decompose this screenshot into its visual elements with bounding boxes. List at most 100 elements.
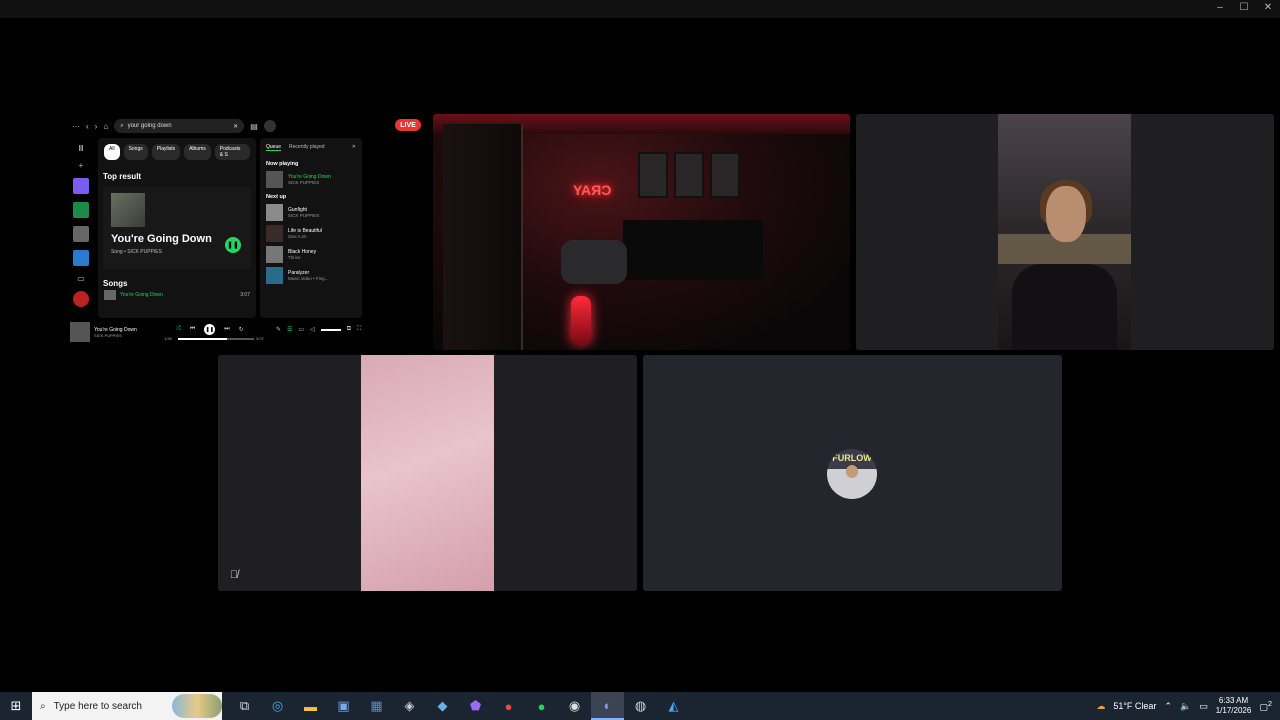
playlist-thumb[interactable] — [73, 226, 89, 242]
discord-icon[interactable]: ◐ — [591, 692, 624, 720]
clock-time: 6:33 AM — [1218, 696, 1249, 705]
shuffle-icon[interactable]: ⤮ — [176, 326, 181, 333]
network-icon[interactable]: ▭ — [1199, 701, 1208, 712]
fullscreen-icon[interactable]: ⛶ — [357, 326, 361, 333]
participant-video — [361, 355, 494, 591]
queue-item[interactable]: Black Honey Thrice — [260, 244, 362, 265]
devices-icon[interactable]: ▭ — [298, 326, 304, 333]
spotify-icon[interactable]: ● — [525, 692, 558, 720]
maximize-button[interactable]: ☐ — [1238, 2, 1250, 13]
pause-button[interactable]: ❚❚ — [204, 324, 216, 335]
close-button[interactable]: ✕ — [1262, 2, 1274, 13]
cam-body — [1012, 264, 1117, 350]
edge-icon[interactable]: ◎ — [261, 692, 294, 720]
saved-episodes-icon[interactable] — [73, 202, 89, 218]
repeat-icon[interactable]: ↻ — [239, 326, 244, 333]
now-playing-thumb — [70, 322, 90, 342]
window-controls: – ☐ ✕ — [1214, 2, 1274, 13]
track-artist: Thrice — [288, 255, 301, 260]
back-icon[interactable]: ‹ — [86, 122, 89, 131]
songs-heading: Songs — [103, 279, 128, 288]
search-input[interactable]: ⌕ your going down ✕ — [114, 119, 245, 133]
notifications-icon[interactable]: ▢2 — [1259, 699, 1272, 713]
filter-chip-songs[interactable]: Songs — [123, 144, 148, 160]
search-value: your going down — [127, 123, 172, 129]
song-duration: 3:07 — [240, 292, 250, 298]
queue-icon[interactable]: ☰ — [287, 326, 292, 333]
more-menu-icon[interactable]: ··· — [72, 122, 80, 131]
queue-item[interactable]: You're Going Down SICK PUPPIES — [260, 169, 362, 190]
search-icon: ⌕ — [120, 122, 124, 129]
total-time: 3:07 — [256, 336, 264, 341]
chrome-icon[interactable]: ● — [492, 692, 525, 720]
folder-icon[interactable]: ▭ — [77, 274, 85, 283]
clear-search-icon[interactable]: ✕ — [233, 123, 238, 130]
tab-queue[interactable]: Queue — [266, 144, 282, 151]
next-icon[interactable]: ⏭ — [224, 326, 229, 333]
cam-face — [1046, 186, 1086, 242]
queue-item[interactable]: Life is Beautiful Sixx:A.M. — [260, 223, 362, 244]
task-view-icon[interactable]: ⧉ — [228, 692, 261, 720]
weather-icon[interactable]: ☁ — [1096, 701, 1105, 712]
file-explorer-icon[interactable]: ▬ — [294, 692, 327, 720]
queue-item[interactable]: Paralyzer Music video • Fing... — [260, 265, 362, 286]
filter-chip-all[interactable]: All — [104, 144, 120, 160]
minimize-button[interactable]: – — [1214, 2, 1226, 13]
clock-date: 1/17/2026 — [1215, 706, 1252, 715]
player-bar: You're Going Down SICK PUPPIES ⤮ ⏮ ❚❚ ⏭ … — [68, 320, 364, 344]
room-door — [443, 124, 523, 350]
lyrics-icon[interactable]: ✎ — [276, 326, 281, 333]
next-up-heading: Next up — [266, 194, 287, 200]
webcam-tile[interactable] — [856, 114, 1274, 350]
windows-start-icon[interactable]: ⊞ — [0, 692, 32, 720]
filter-chip-podcasts[interactable]: Podcasts & S — [214, 144, 250, 160]
top-result-card[interactable]: You're Going Down Song • SICK PUPPIES ❚❚ — [103, 187, 251, 269]
avatar-tile[interactable]: FURLOW — [643, 355, 1062, 591]
miniplayer-icon[interactable]: ⧉ — [347, 326, 351, 333]
volume-icon[interactable]: ◁ — [310, 326, 315, 333]
app-icon[interactable]: ◈ — [393, 692, 426, 720]
obs-icon[interactable]: ◉ — [558, 692, 591, 720]
calculator-icon[interactable]: ▦ — [360, 692, 393, 720]
filter-chip-albums[interactable]: Albums — [184, 144, 211, 160]
volume-slider[interactable] — [320, 329, 341, 331]
stream-tile-room[interactable]: CRAY — [433, 114, 850, 350]
spotify-screenshare-tile[interactable]: ··· ‹ › ⌂ ⌕ your going down ✕ ▤ Ⅲ + ▭ Al… — [68, 114, 364, 350]
progress-bar[interactable] — [178, 338, 254, 340]
video-tile-pink[interactable]: 🎙̸ — [218, 355, 637, 591]
liked-songs-icon[interactable] — [73, 178, 89, 194]
queue-item[interactable]: Gunfight SICK PUPPIES — [260, 202, 362, 223]
close-queue-icon[interactable]: ✕ — [352, 144, 356, 151]
volume-tray-icon[interactable]: 🔈 — [1180, 701, 1191, 712]
add-icon[interactable]: + — [79, 161, 84, 170]
tray-chevron-icon[interactable]: ⌃ — [1164, 701, 1172, 712]
filter-chips: All Songs Playlists Albums Podcasts & S — [98, 138, 256, 166]
queue-panel: Queue Recently played ✕ Now playing You'… — [260, 138, 362, 318]
library-icon[interactable]: Ⅲ — [78, 144, 84, 153]
forward-icon[interactable]: › — [95, 122, 98, 131]
tab-recently-played[interactable]: Recently played — [289, 144, 325, 151]
track-artist: Music video • Fing... — [288, 276, 329, 281]
previous-icon[interactable]: ⏮ — [190, 326, 195, 333]
top-result-subtitle: Song • SICK PUPPIES — [111, 249, 162, 255]
paint-icon[interactable]: ◭ — [657, 692, 690, 720]
profile-avatar[interactable] — [263, 120, 276, 132]
gaming-chair — [561, 240, 627, 284]
playlist-thumb[interactable] — [73, 250, 89, 266]
notes-icon[interactable]: ◆ — [426, 692, 459, 720]
avatar: FURLOW — [827, 449, 877, 499]
filter-chip-playlists[interactable]: Playlists — [151, 144, 181, 160]
search-highlight-art[interactable] — [172, 694, 222, 718]
weather-text[interactable]: 51°F Clear — [1113, 701, 1156, 711]
pause-icon[interactable]: ❚❚ — [225, 237, 241, 253]
vpn-icon[interactable]: ⬟ — [459, 692, 492, 720]
clock[interactable]: 6:33 AM 1/17/2026 — [1216, 696, 1252, 716]
steam-icon[interactable]: ◍ — [624, 692, 657, 720]
browse-icon[interactable]: ▤ — [250, 122, 258, 131]
playlist-thumb[interactable] — [73, 291, 89, 307]
song-row[interactable]: You're Going Down 3:07 — [98, 290, 256, 300]
remote-desktop-icon[interactable]: ▣ — [327, 692, 360, 720]
library-sidebar: Ⅲ + ▭ — [68, 140, 94, 320]
now-playing-heading: Now playing — [266, 161, 299, 167]
home-icon[interactable]: ⌂ — [103, 122, 108, 131]
